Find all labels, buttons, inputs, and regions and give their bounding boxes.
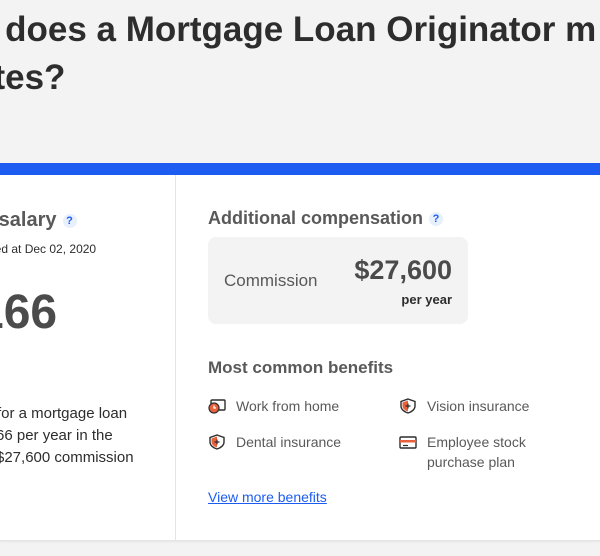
summary-line: $27,600 commission <box>0 449 134 466</box>
page-title: n does a Mortgage Loan Originator m ates… <box>0 6 600 102</box>
salary-card: e salary? dated at Dec 02, 2020 166 for … <box>0 175 600 541</box>
commission-value: $27,600 <box>354 255 452 285</box>
summary-line: 66 per year in the <box>0 427 113 444</box>
updated-date: dated at Dec 02, 2020 <box>0 242 97 256</box>
stock-icon <box>399 434 417 450</box>
hero-header: n does a Mortgage Loan Originator m ates… <box>0 0 600 163</box>
salary-page: n does a Mortgage Loan Originator m ates… <box>0 0 600 556</box>
commission-box: Commission $27,600 per year <box>208 237 468 324</box>
additional-compensation-title-text: Additional compensation <box>208 208 424 228</box>
benefit-label-line2: purchase plan <box>427 454 515 470</box>
salary-amount: 166 <box>0 286 58 339</box>
benefit-label: Work from home <box>236 398 340 414</box>
help-icon[interactable]: ? <box>62 214 77 228</box>
help-icon[interactable]: ? <box>429 212 444 226</box>
average-salary-title: e salary? <box>0 209 77 232</box>
view-more-benefits-link[interactable]: View more benefits <box>208 489 327 505</box>
benefits-title: Most common benefits <box>208 358 394 377</box>
work-from-home-icon <box>208 398 226 414</box>
benefit-label: Dental insurance <box>236 434 342 450</box>
benefit-label: Vision insurance <box>427 398 530 414</box>
accent-bar <box>0 163 600 175</box>
commission-label: Commission <box>224 271 318 290</box>
average-salary-title-text: e salary <box>0 209 57 231</box>
additional-compensation-title: Additional compensation? <box>208 208 444 229</box>
page-title-line2: ates? <box>0 58 66 97</box>
shield-icon <box>399 398 417 414</box>
column-divider <box>175 175 176 540</box>
shield-icon <box>208 434 226 450</box>
summary-line: for a mortgage loan <box>0 405 128 422</box>
page-title-line1: n does a Mortgage Loan Originator m <box>0 10 597 49</box>
benefit-label: Employee stock purchase plan <box>427 432 526 472</box>
benefit-label-line1: Employee stock <box>427 434 526 450</box>
commission-period: per year <box>401 292 452 307</box>
